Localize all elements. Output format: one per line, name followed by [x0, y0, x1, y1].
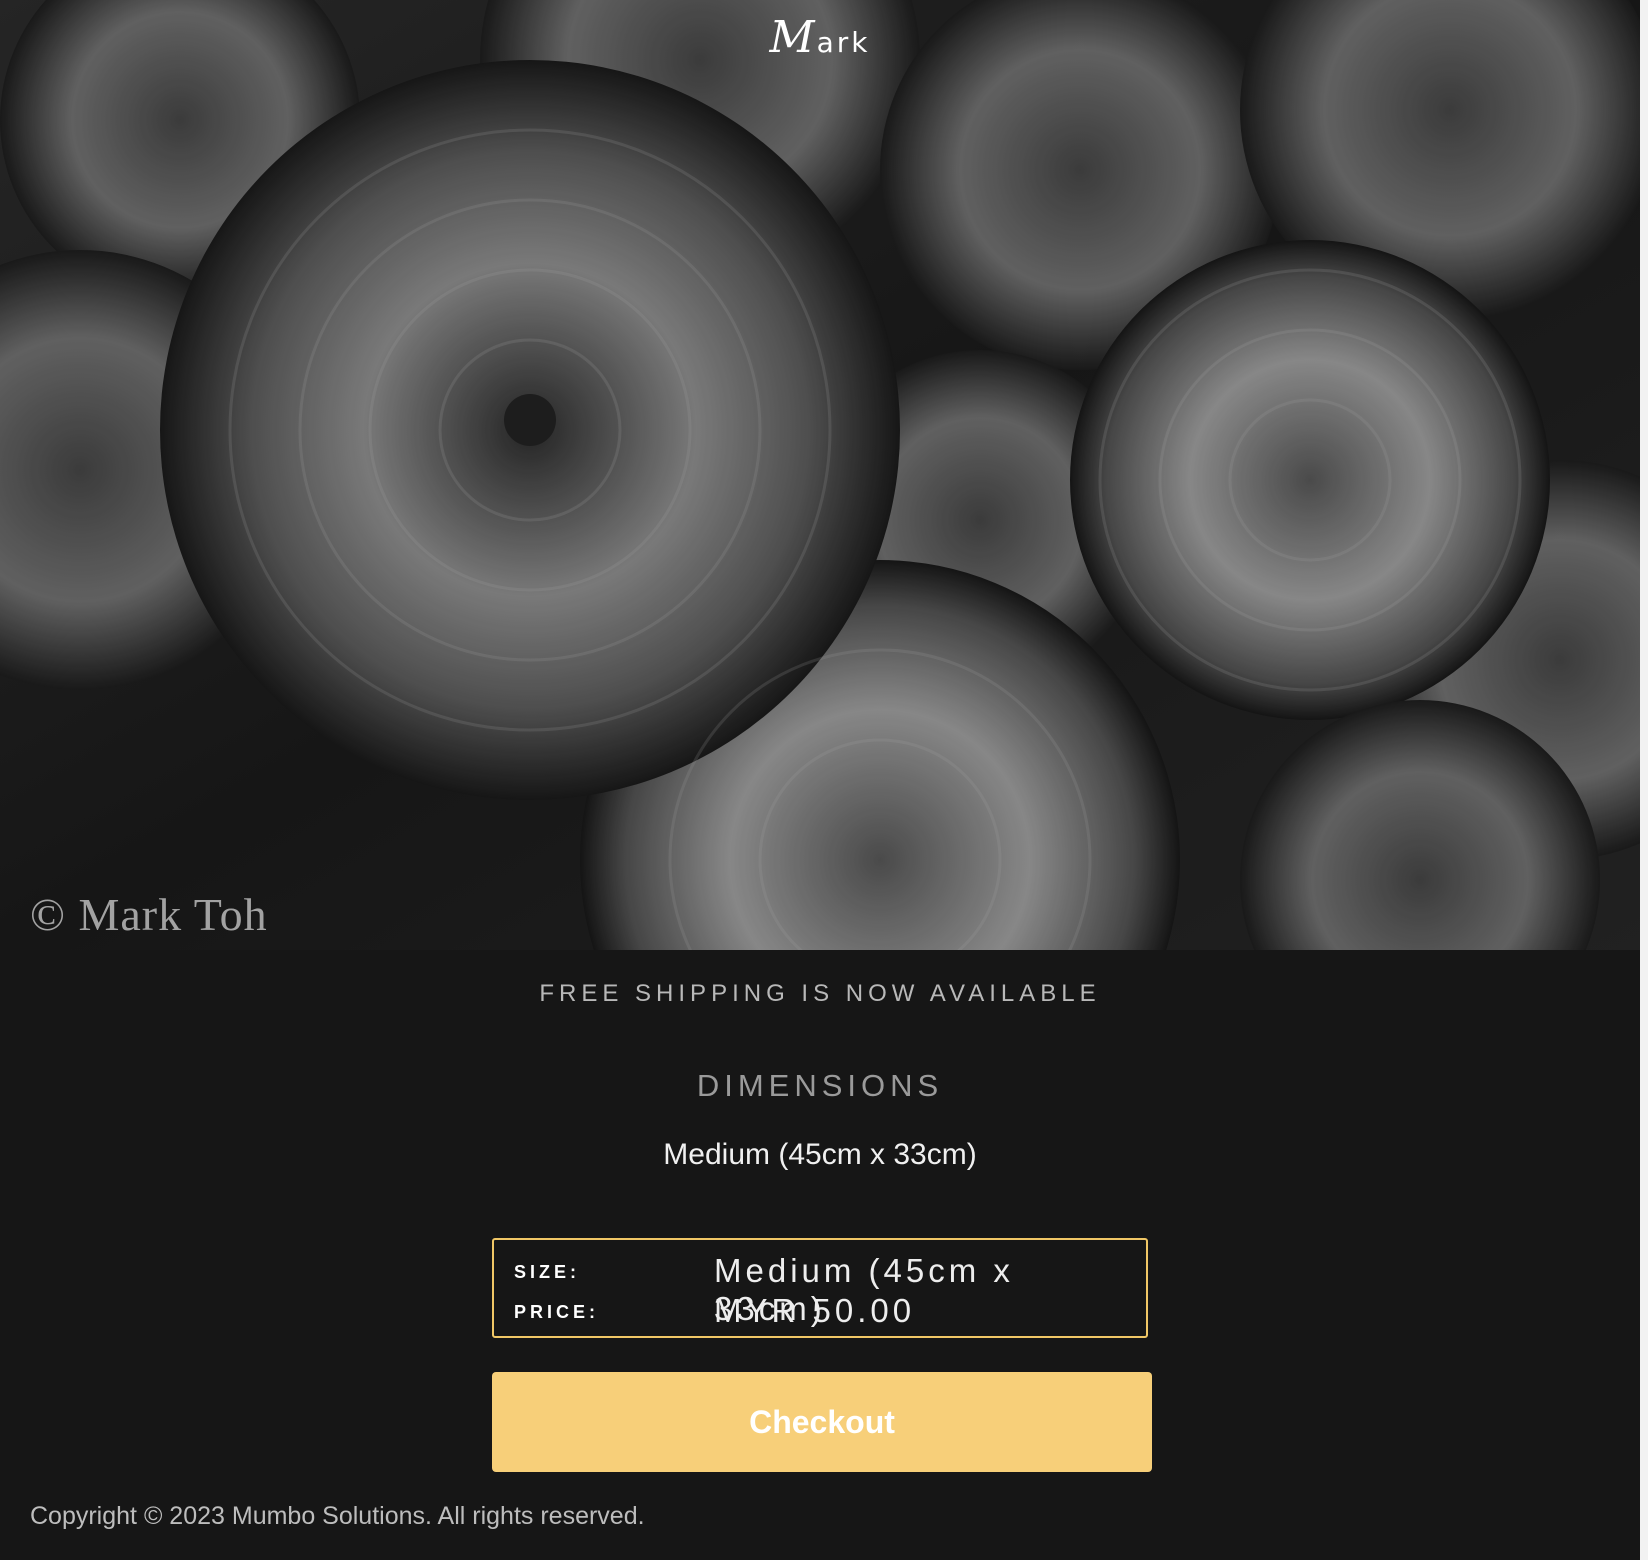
price-value: MYR 50.00 — [714, 1292, 916, 1329]
hero-image: Mark © Mark Toh — [0, 0, 1648, 950]
product-page: Mark © Mark Toh FREE SHIPPING IS NOW AVA… — [0, 0, 1648, 1560]
order-summary-box: SIZE: Medium (45cm x 33cm) PRICE: MYR 50… — [492, 1238, 1148, 1338]
brand-initial: M — [769, 12, 817, 63]
checkout-button[interactable]: Checkout — [492, 1372, 1152, 1472]
dimensions-value: Medium (45cm x 33cm) — [663, 1138, 977, 1171]
flower-photo — [0, 0, 1648, 950]
page-edge-scrollbar[interactable] — [1640, 0, 1648, 1560]
price-label: PRICE: — [514, 1302, 600, 1322]
photo-watermark: © Mark Toh — [30, 889, 268, 940]
brand-name-rest: ark — [816, 26, 871, 59]
shipping-notice: FREE SHIPPING IS NOW AVAILABLE — [539, 980, 1101, 1007]
brand-logo[interactable]: Mark — [0, 12, 1640, 63]
price-row: PRICE: MYR 50.00 — [514, 1292, 1134, 1332]
dimensions-heading: DIMENSIONS — [696, 1068, 944, 1103]
footer-copyright: Copyright © 2023 Mumbo Solutions. All ri… — [30, 1502, 645, 1530]
size-row: SIZE: Medium (45cm x 33cm) — [514, 1252, 1134, 1327]
size-label: SIZE: — [514, 1262, 581, 1282]
